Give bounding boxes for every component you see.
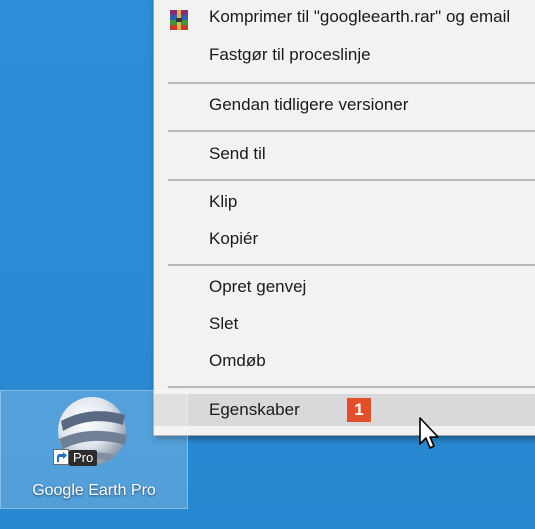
menu-item-label: Opret genvej [209, 277, 307, 296]
winrar-icon [168, 9, 190, 31]
menu-item-label: Slet [209, 314, 239, 333]
menu-item-compress-email[interactable]: Komprimer til "googleearth.rar" og email [154, 1, 535, 33]
menu-item-send-to[interactable]: Send til [154, 138, 535, 170]
menu-item-properties[interactable]: Egenskaber 1 [154, 394, 535, 426]
menu-item-label: Egenskaber [209, 400, 300, 419]
menu-item-rename[interactable]: Omdøb [154, 345, 535, 377]
menu-separator [168, 264, 535, 266]
pro-tag: Pro [69, 450, 98, 466]
menu-item-label: Klip [209, 192, 238, 211]
menu-separator [168, 82, 535, 84]
menu-item-copy[interactable]: Kopiér [154, 223, 535, 255]
desktop-icon-label: Google Earth Pro [32, 482, 156, 499]
menu-item-label: Komprimer til "googleearth.rar" og email [209, 7, 511, 26]
menu-separator [168, 130, 535, 132]
menu-item-pin-taskbar[interactable]: Fastgør til proceslinje [154, 39, 535, 71]
menu-item-label: Kopiér [209, 229, 259, 248]
context-menu: Komprimer til "googleearth.rar" og email… [153, 0, 535, 436]
menu-separator [168, 386, 535, 388]
menu-item-restore-versions[interactable]: Gendan tidligere versioner [154, 89, 535, 121]
menu-item-label: Send til [209, 144, 266, 163]
menu-item-label: Omdøb [209, 351, 266, 370]
menu-item-create-shortcut[interactable]: Opret genvej [154, 271, 535, 303]
desktop-icon-google-earth-pro[interactable]: Pro Google Earth Pro [0, 390, 188, 509]
menu-item-label: Gendan tidligere versioner [209, 95, 409, 114]
mouse-pointer-icon [418, 416, 442, 452]
shortcut-arrow-icon [53, 449, 69, 465]
menu-item-cut[interactable]: Klip [154, 186, 535, 218]
step-badge: 1 [347, 398, 371, 422]
menu-item-delete[interactable]: Slet [154, 308, 535, 340]
menu-separator [168, 179, 535, 181]
menu-item-label: Fastgør til proceslinje [209, 45, 371, 64]
